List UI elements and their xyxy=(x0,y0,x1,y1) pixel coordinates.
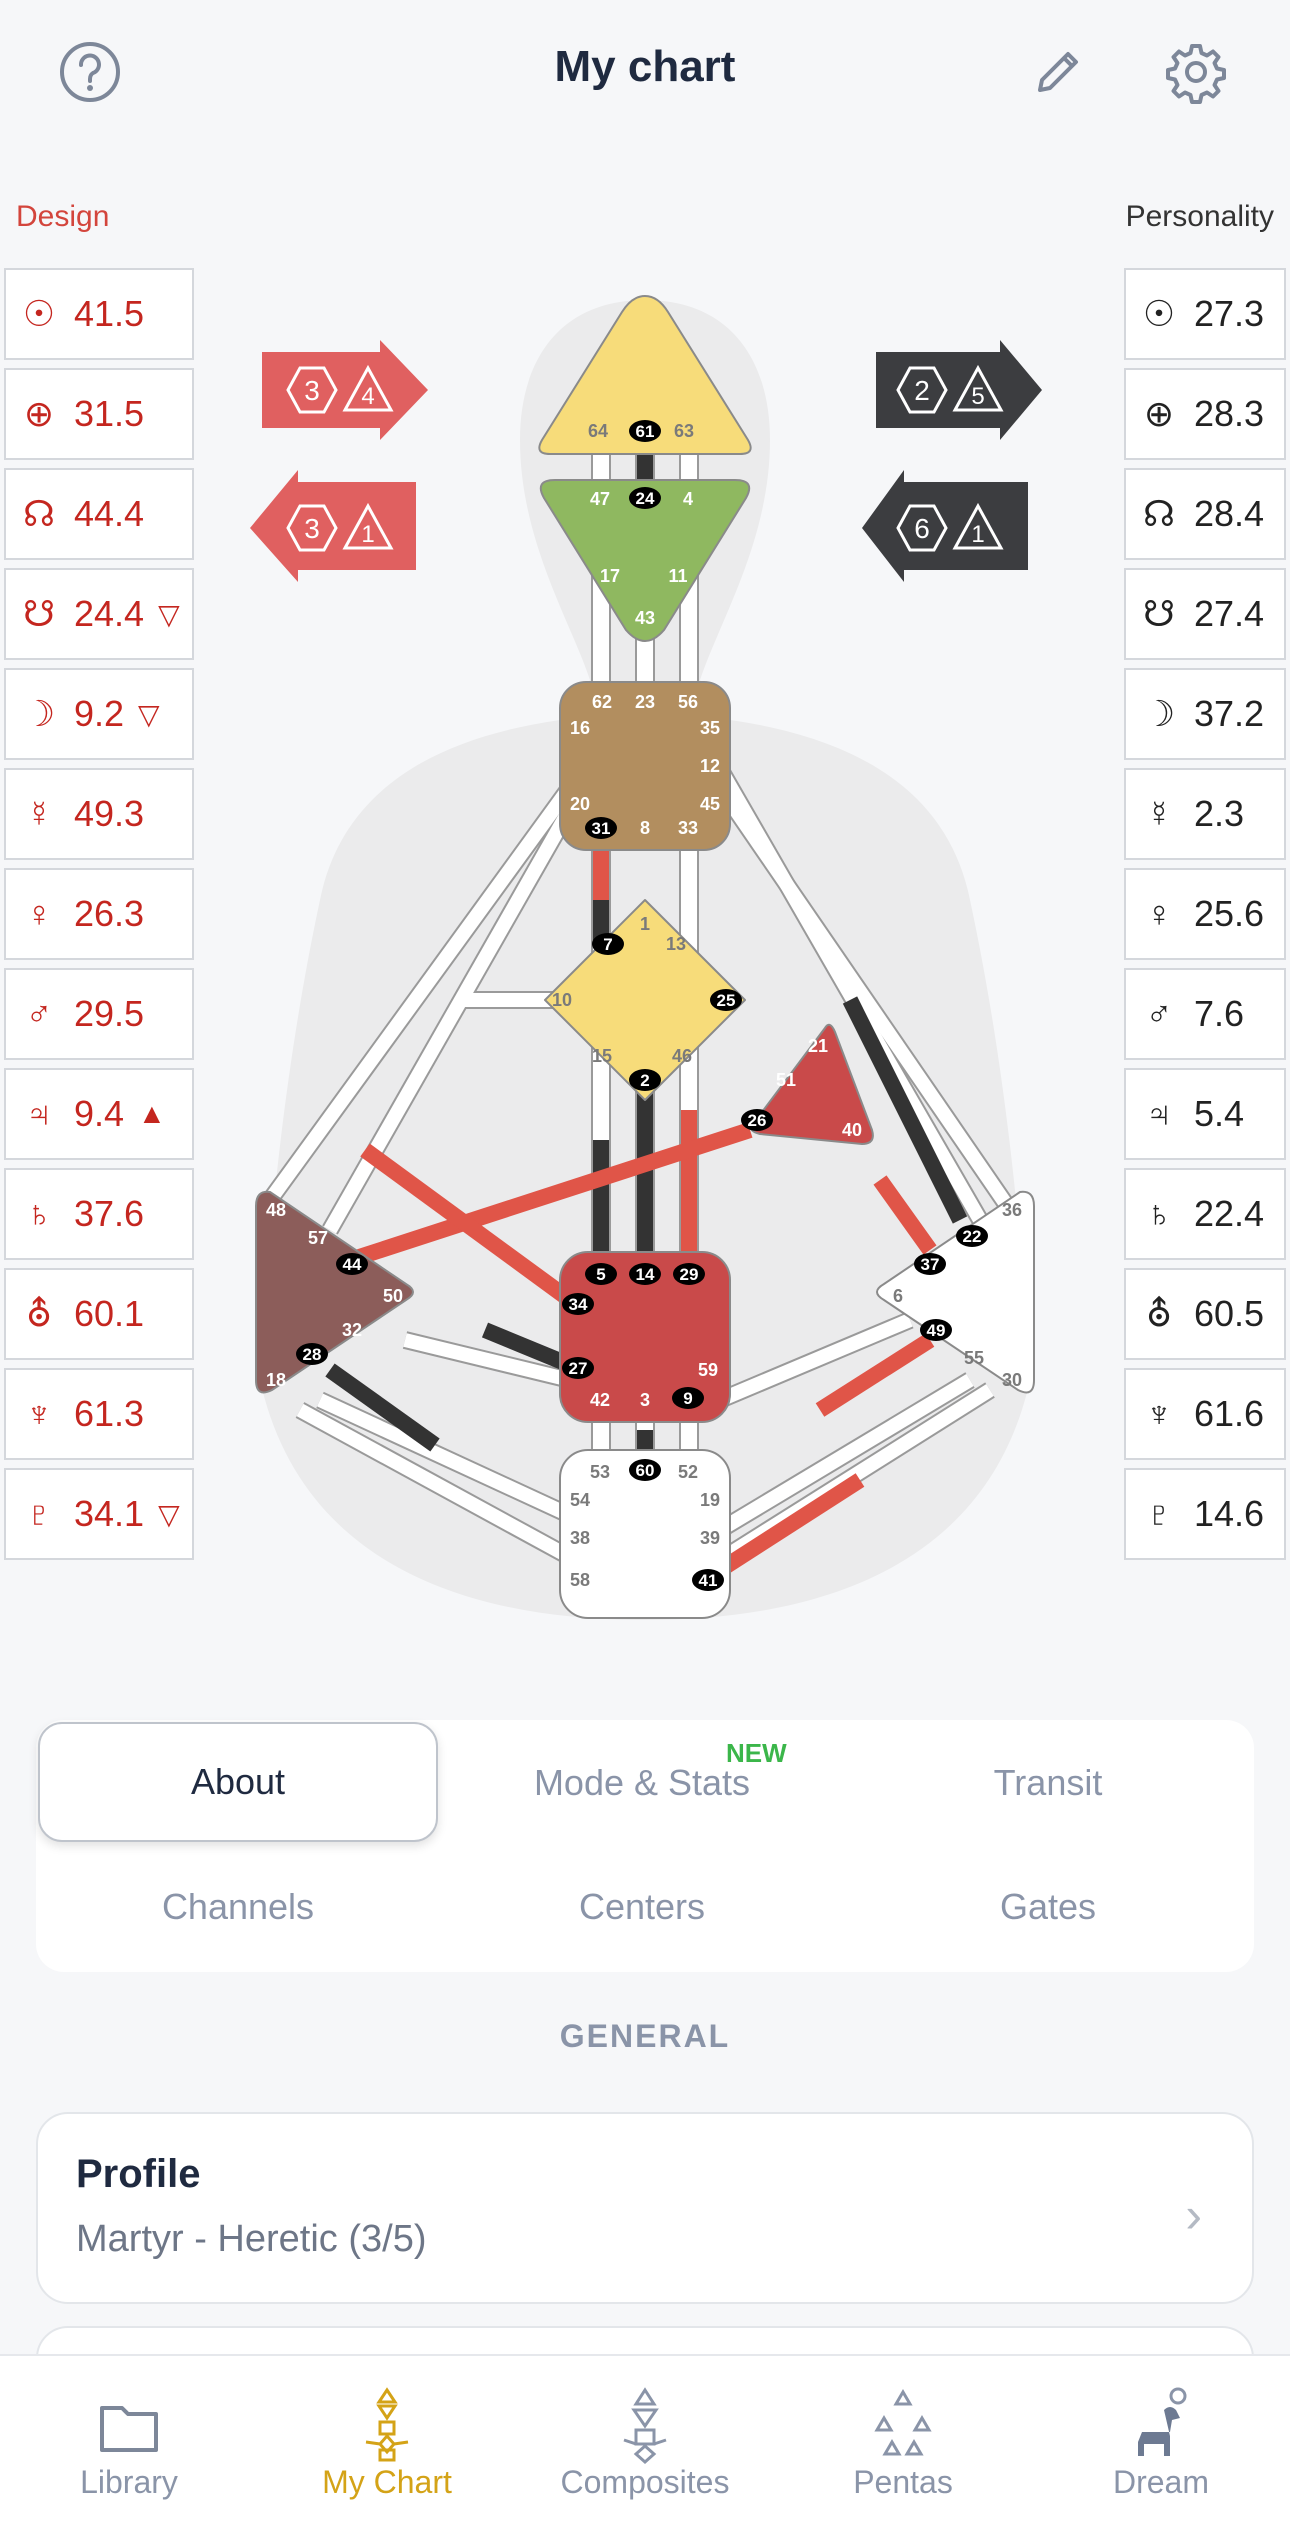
gate-45: 45 xyxy=(700,794,720,814)
design-arrow-top-b: 4 xyxy=(361,383,374,410)
gate-16: 16 xyxy=(570,718,590,738)
gate-50: 50 xyxy=(383,1286,403,1306)
gate-28-active: 28 xyxy=(303,1345,322,1364)
gate-21: 21 xyxy=(808,1036,828,1056)
tab-gates[interactable]: Gates xyxy=(848,1886,1248,1928)
gate-20: 20 xyxy=(570,794,590,814)
gate-18: 18 xyxy=(266,1370,286,1390)
gate-29-active: 29 xyxy=(680,1265,699,1284)
gate-17: 17 xyxy=(600,566,620,586)
gate-25-active: 25 xyxy=(717,991,736,1010)
tab-transit[interactable]: Transit xyxy=(848,1762,1248,1804)
gate-57: 57 xyxy=(308,1228,328,1248)
gate-7-active: 7 xyxy=(603,935,612,954)
dog-icon xyxy=(1126,2384,1196,2464)
section-title-general: GENERAL xyxy=(559,2018,731,2054)
tabs-card: About Mode & Stats NEW Transit Channels … xyxy=(36,1720,1254,1972)
gate-36: 36 xyxy=(1002,1200,1022,1220)
design-arrow-bottom-b: 1 xyxy=(361,521,374,548)
personality-arrow-top-b: 5 xyxy=(971,383,984,410)
gate-64: 64 xyxy=(588,421,608,441)
gate-59: 59 xyxy=(698,1360,718,1380)
gate-10: 10 xyxy=(552,990,572,1010)
gate-15: 15 xyxy=(592,1046,612,1066)
profile-card-title: Profile xyxy=(76,2152,201,2196)
gate-23: 23 xyxy=(635,692,655,712)
gate-60-active: 60 xyxy=(636,1461,655,1480)
gate-6: 6 xyxy=(893,1286,903,1306)
gate-53: 53 xyxy=(590,1462,610,1482)
gate-14-active: 14 xyxy=(636,1265,655,1284)
gate-35: 35 xyxy=(700,718,720,738)
gate-52: 52 xyxy=(678,1462,698,1482)
gate-46: 46 xyxy=(672,1046,692,1066)
gate-19: 19 xyxy=(700,1490,720,1510)
gate-37-active: 37 xyxy=(921,1255,940,1274)
gate-54: 54 xyxy=(570,1490,590,1510)
personality-arrow-top-a: 2 xyxy=(914,375,930,406)
gate-11: 11 xyxy=(668,566,687,586)
gate-42: 42 xyxy=(590,1390,610,1410)
gate-34-active: 34 xyxy=(569,1295,588,1314)
design-arrow-bottom-a: 3 xyxy=(304,513,320,544)
gate-13: 13 xyxy=(666,934,686,954)
gate-22-active: 22 xyxy=(963,1227,982,1246)
chevron-right-icon: › xyxy=(1185,2187,1202,2243)
nav-library[interactable]: Library xyxy=(0,2356,258,2539)
gate-32: 32 xyxy=(342,1320,362,1340)
gate-31-active: 31 xyxy=(592,819,611,838)
gate-9-active: 9 xyxy=(683,1389,692,1408)
nav-pentas[interactable]: Pentas xyxy=(774,2356,1032,2539)
gate-8: 8 xyxy=(640,818,650,838)
gate-26-active: 26 xyxy=(748,1111,767,1130)
gate-56: 56 xyxy=(678,692,698,712)
design-arrow-top-a: 3 xyxy=(304,375,320,406)
profile-card-subtitle: Martyr - Heretic (3/5) xyxy=(76,2218,427,2260)
gate-2-active: 2 xyxy=(640,1071,649,1090)
bottom-nav: Library My Chart Composites Pentas Dream xyxy=(0,2354,1290,2539)
gate-38: 38 xyxy=(570,1528,590,1548)
design-arrow-bottom xyxy=(250,470,416,582)
bodygraph[interactable]: 3 4 3 1 2 5 6 1 64 63 47 4 17 11 43 62 2… xyxy=(0,0,1290,1660)
nav-composites[interactable]: Composites xyxy=(516,2356,774,2539)
personality-arrow-bottom-b: 1 xyxy=(971,521,984,548)
new-badge: NEW xyxy=(726,1738,787,1768)
gate-33: 33 xyxy=(678,818,698,838)
gate-27-active: 27 xyxy=(569,1359,588,1378)
nav-dream[interactable]: Dream xyxy=(1032,2356,1290,2539)
gate-58: 58 xyxy=(570,1570,590,1590)
folder-icon xyxy=(94,2384,164,2464)
profile-card[interactable]: Profile Martyr - Heretic (3/5) › xyxy=(36,2112,1254,2304)
gate-24-active: 24 xyxy=(636,489,655,508)
gate-48: 48 xyxy=(266,1200,286,1220)
gate-40: 40 xyxy=(842,1120,862,1140)
gate-3: 3 xyxy=(640,1390,650,1410)
gate-41-active: 41 xyxy=(699,1571,718,1590)
personality-arrow-top xyxy=(876,340,1042,440)
gate-47: 47 xyxy=(590,489,610,509)
nav-my-chart[interactable]: My Chart xyxy=(258,2356,516,2539)
gate-55: 55 xyxy=(964,1348,984,1368)
gate-43: 43 xyxy=(635,608,655,628)
gate-51: 51 xyxy=(776,1070,796,1090)
tab-centers[interactable]: Centers xyxy=(442,1886,842,1928)
pentas-icon xyxy=(868,2384,938,2464)
gate-62: 62 xyxy=(592,692,612,712)
bodygraph-icon xyxy=(352,2384,422,2464)
gate-44-active: 44 xyxy=(343,1255,362,1274)
gate-49-active: 49 xyxy=(927,1321,946,1340)
gate-4: 4 xyxy=(683,489,693,509)
gate-30: 30 xyxy=(1002,1370,1022,1390)
personality-arrow-bottom-a: 6 xyxy=(914,513,930,544)
gate-39: 39 xyxy=(700,1528,720,1548)
gate-12: 12 xyxy=(700,756,720,776)
gate-1: 1 xyxy=(640,914,650,934)
composites-icon xyxy=(610,2384,680,2465)
tab-channels[interactable]: Channels xyxy=(38,1886,438,1928)
gate-63: 63 xyxy=(674,421,694,441)
gate-61-active: 61 xyxy=(636,422,655,441)
gate-5-active: 5 xyxy=(596,1265,605,1284)
tab-about[interactable]: About xyxy=(38,1722,438,1842)
